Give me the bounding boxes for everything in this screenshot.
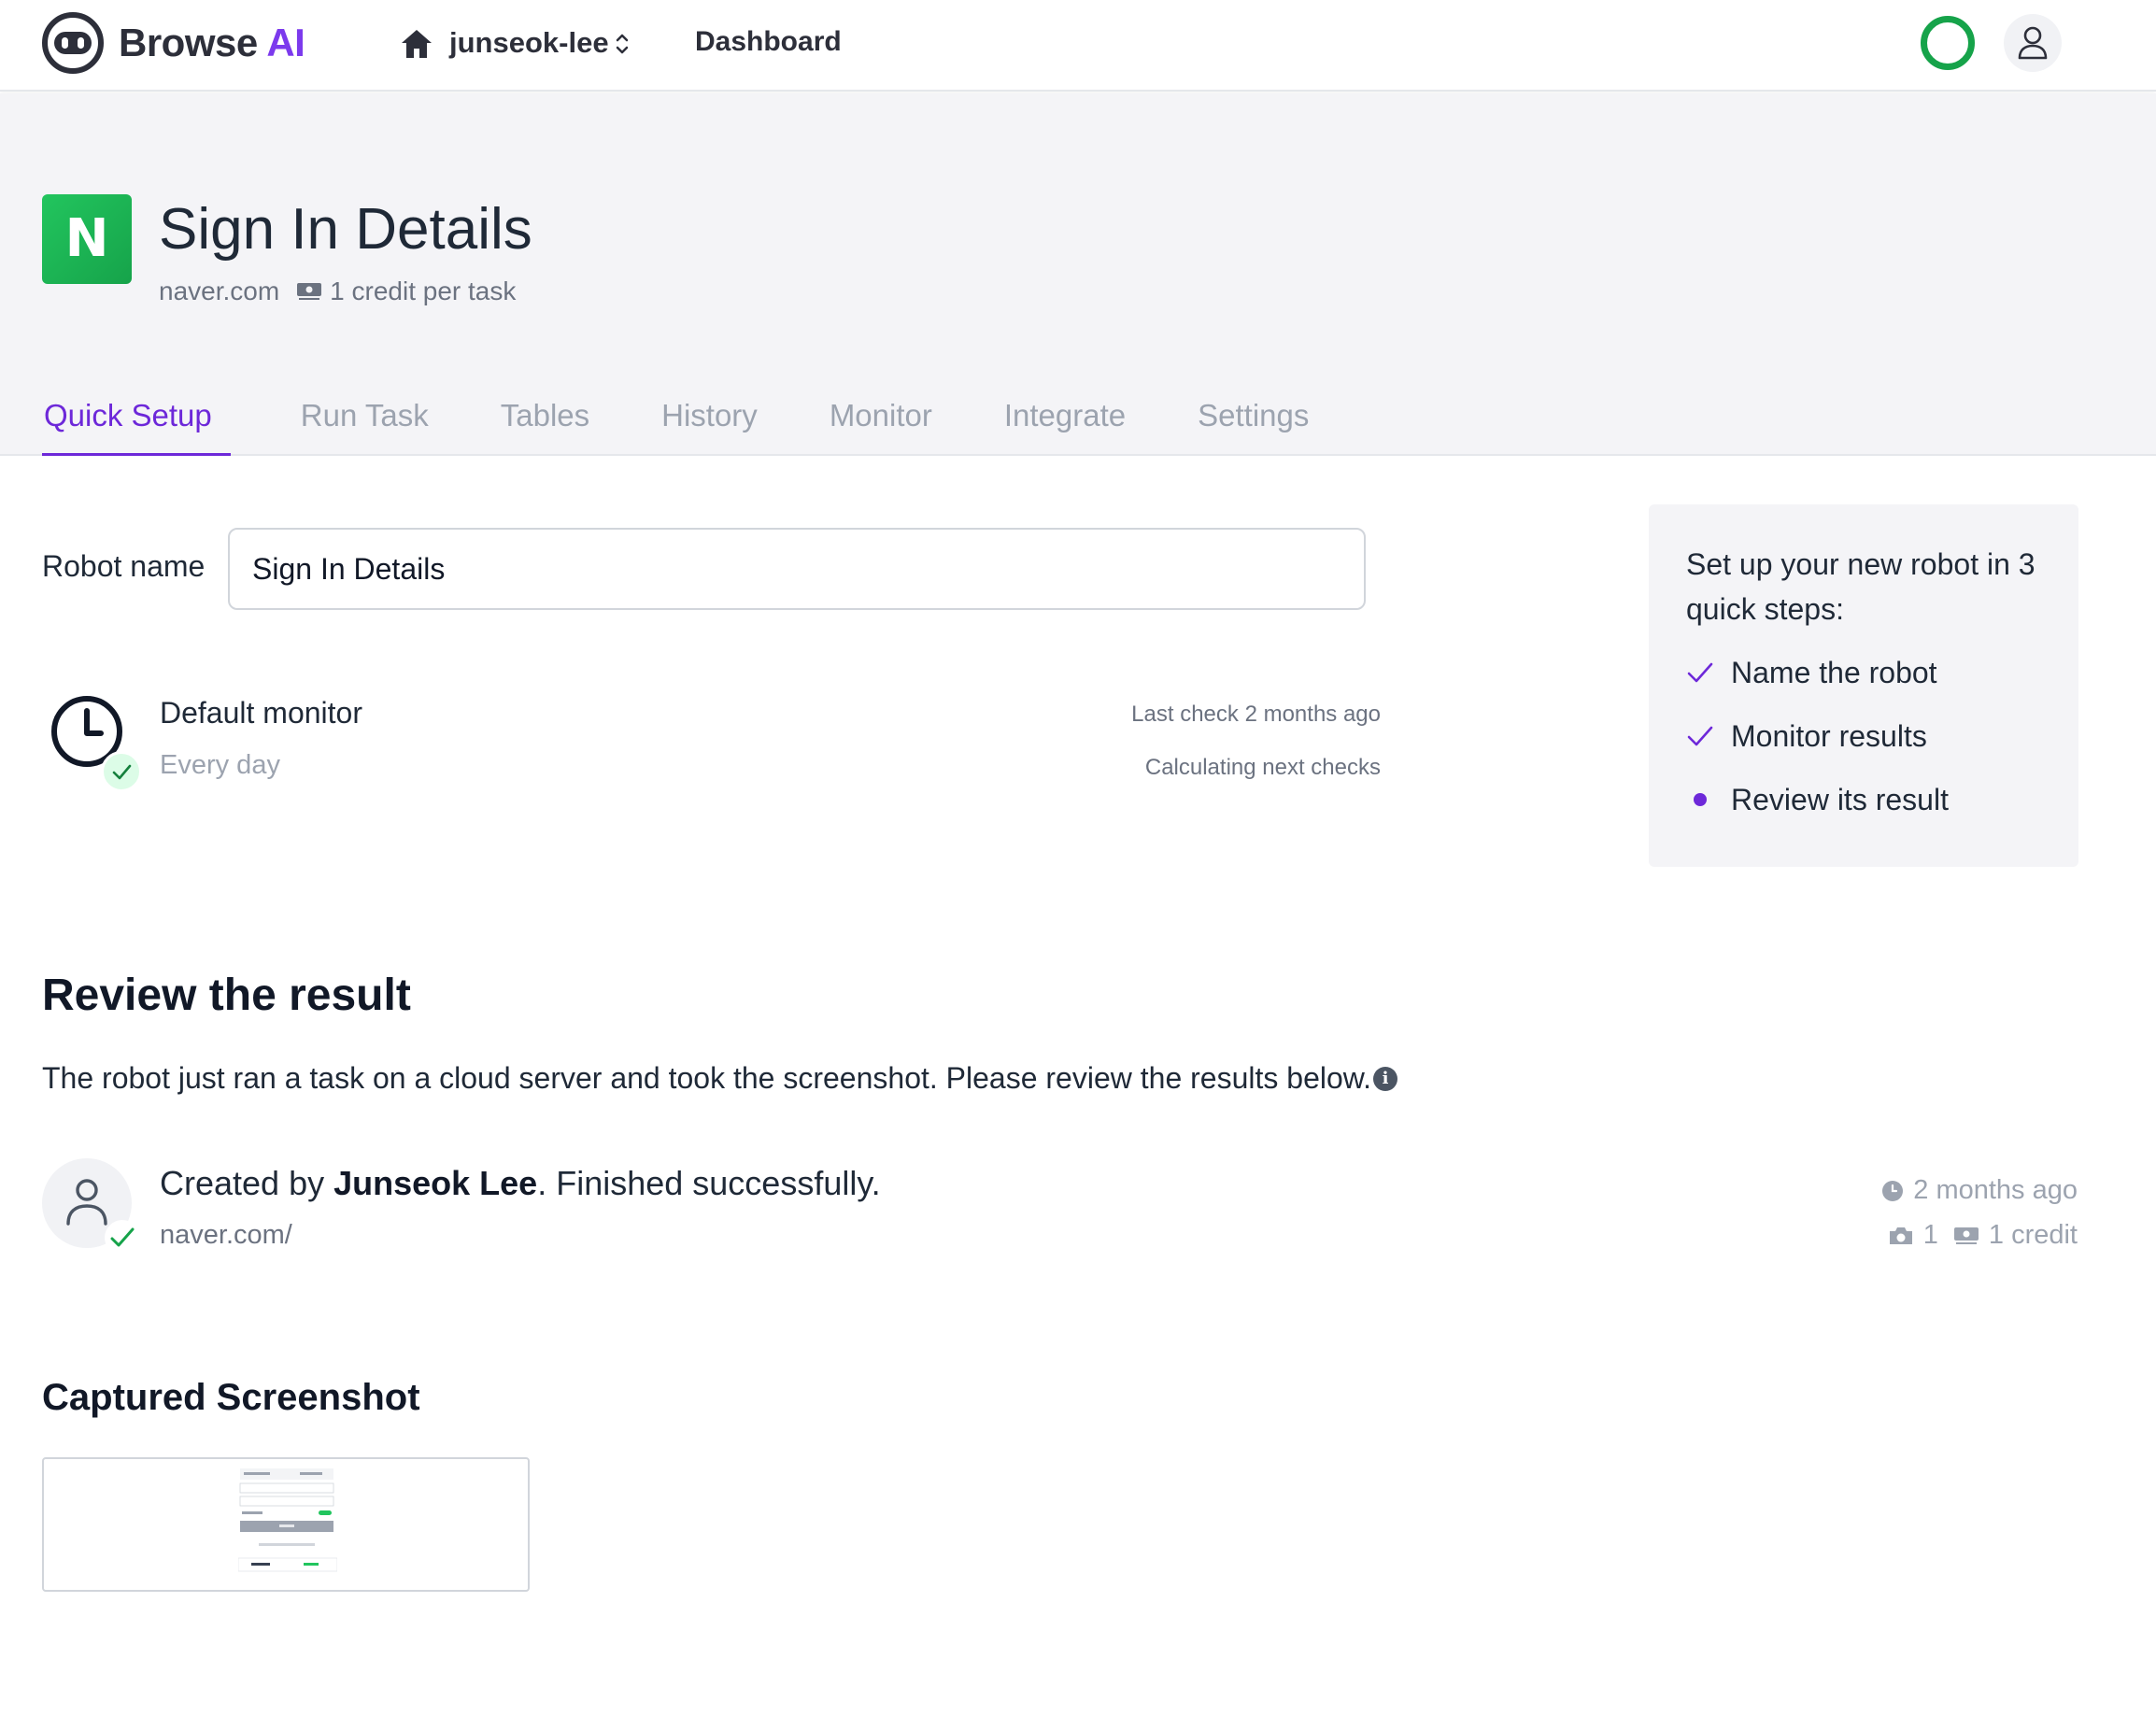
task-time: 2 months ago (1881, 1175, 2078, 1206)
monitor-name[interactable]: Default monitor (160, 696, 362, 730)
task-url[interactable]: naver.com/ (160, 1220, 292, 1251)
tab-history[interactable]: History (660, 390, 759, 456)
user-menu-button[interactable] (2004, 14, 2062, 72)
monitor-next-check: Calculating next checks (1144, 755, 1381, 780)
robot-tabs: Quick Setup Run Task Tables History Moni… (42, 390, 1379, 456)
robot-domain: naver.com (159, 277, 280, 305)
nav-dashboard-link[interactable]: Dashboard (695, 26, 842, 58)
captured-screenshot-title: Captured Screenshot (42, 1377, 420, 1418)
task-stats: 1 1 credit (1888, 1220, 2078, 1251)
site-logo: N (42, 194, 132, 284)
tab-settings[interactable]: Settings (1196, 390, 1311, 456)
money-icon (297, 283, 322, 300)
step-monitor-results: Monitor results (1686, 714, 2078, 759)
check-icon (1686, 722, 1714, 750)
user-icon (2018, 26, 2048, 60)
screenshot-count: 1 (1922, 1220, 1938, 1250)
creator-name: Junseok Lee (333, 1164, 538, 1202)
clock-icon (1882, 1180, 1904, 1201)
chevron-up-down-icon[interactable] (613, 30, 631, 58)
screenshot-preview-image (238, 1468, 337, 1572)
credit-info: 1 credit per task (296, 277, 516, 306)
user-icon (66, 1179, 107, 1226)
info-icon[interactable]: i (1373, 1066, 1397, 1091)
browse-ai-logo-icon[interactable] (41, 11, 105, 75)
success-check-icon (105, 1220, 140, 1255)
step-name-robot: Name the robot (1686, 650, 2078, 695)
monitor-last-check: Last check 2 months ago (1131, 702, 1381, 727)
top-navbar: Browse AI junseok-lee Dashboard (0, 0, 2156, 92)
credit-text: 1 credit per task (330, 277, 517, 305)
quick-steps-card: Set up your new robot in 3 quick steps: … (1649, 504, 2078, 867)
brand-accent: AI (266, 21, 305, 64)
review-description: The robot just ran a task on a cloud ser… (42, 1061, 1397, 1096)
monitor-active-check-icon (101, 751, 142, 792)
tab-tables[interactable]: Tables (499, 390, 591, 456)
tab-integrate[interactable]: Integrate (1002, 390, 1128, 456)
money-icon (1953, 1227, 1979, 1244)
screenshot-thumbnail[interactable] (42, 1457, 530, 1592)
step-label: Name the robot (1731, 655, 1937, 689)
robot-header: N Sign In Details naver.com 1 credit per… (0, 93, 2156, 456)
workspace-switcher[interactable]: junseok-lee (449, 26, 609, 60)
tab-quick-setup[interactable]: Quick Setup (42, 390, 231, 456)
review-description-text: The robot just ran a task on a cloud ser… (42, 1061, 1371, 1095)
camera-icon (1889, 1227, 1912, 1244)
steps-title: Set up your new robot in 3 quick steps: (1686, 547, 2035, 626)
tab-monitor[interactable]: Monitor (828, 390, 934, 456)
robot-name-input[interactable] (228, 528, 1366, 610)
task-result-summary: Created by Junseok Lee. Finished success… (160, 1164, 881, 1202)
tab-run-task[interactable]: Run Task (299, 390, 431, 456)
robot-name-label: Robot name (42, 549, 206, 583)
brand-name[interactable]: Browse AI (119, 21, 305, 65)
status-ring-icon[interactable] (1921, 16, 1975, 70)
credit-count: 1 credit (1988, 1220, 2078, 1250)
step-label: Monitor results (1731, 718, 1927, 753)
review-title: Review the result (42, 971, 411, 1020)
monitor-frequency: Every day (160, 750, 280, 780)
check-icon (1686, 659, 1714, 687)
robot-meta: naver.com 1 credit per task (159, 277, 516, 306)
step-review-result: Review its result (1686, 777, 2078, 822)
page-title: Sign In Details (159, 197, 532, 262)
step-label: Review its result (1731, 782, 1949, 816)
home-icon[interactable] (400, 28, 433, 60)
dot-icon (1686, 786, 1714, 814)
